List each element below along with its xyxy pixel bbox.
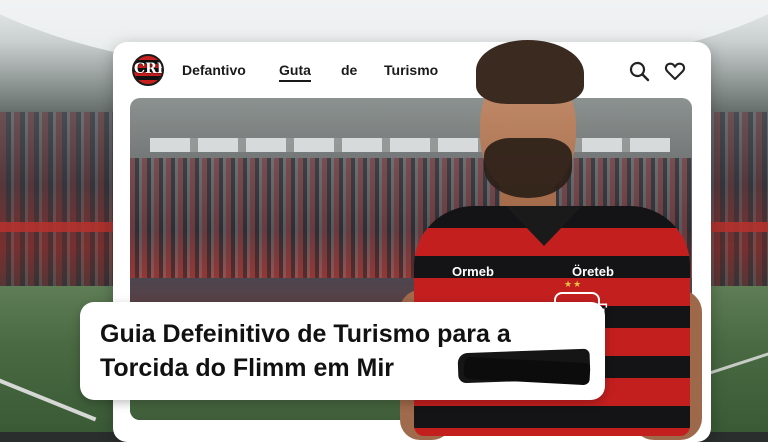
logo-monogram: CRF (134, 61, 164, 77)
club-crest-logo[interactable]: CRF (132, 54, 164, 86)
jersey-sponsor-right: Öreteb (572, 264, 614, 279)
article-title-line-2: Torcida do Flimm em Mir (100, 354, 395, 382)
article-title-card[interactable]: Guia Defeinitivo de Turismo para a Torci… (80, 302, 605, 400)
player-hair (476, 40, 584, 104)
crest-stars: ★★ (564, 280, 583, 290)
nav-link-de[interactable]: de (341, 62, 357, 78)
jersey-sponsor-left: Ormeb (452, 264, 494, 279)
article-title-line-1: Guia Defeinitivo de Turismo para a (100, 320, 511, 348)
jersey-collar (502, 206, 586, 246)
nav-link-guta[interactable]: Guta (279, 62, 311, 82)
player-beard (484, 138, 572, 198)
nav-link-defantivo[interactable]: Defantivo (182, 62, 246, 78)
